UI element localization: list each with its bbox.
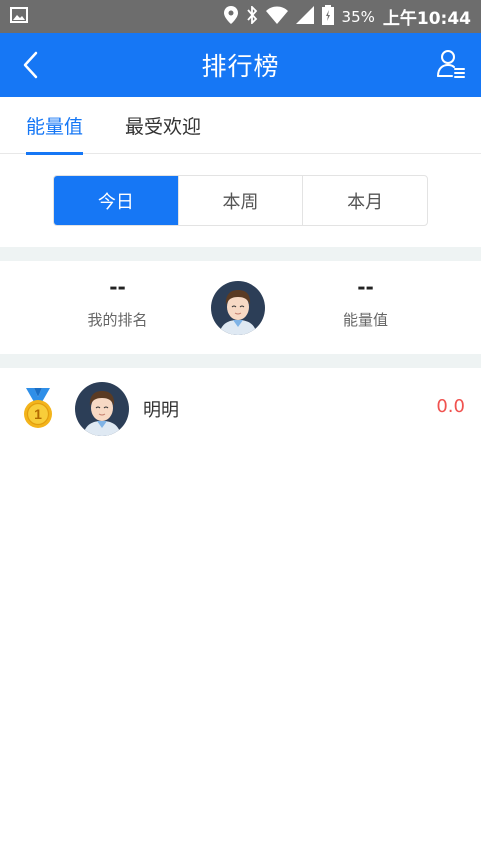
avatar-icon bbox=[75, 382, 129, 436]
location-icon bbox=[223, 5, 238, 28]
medal-rank-text: 1 bbox=[34, 406, 42, 422]
user-avatar bbox=[75, 382, 129, 436]
period-today[interactable]: 今日 bbox=[54, 176, 178, 225]
battery-icon bbox=[321, 4, 334, 29]
chevron-left-icon bbox=[23, 51, 38, 79]
status-bar: 35% 上午10:44 bbox=[0, 0, 481, 33]
user-score: 0.0 bbox=[436, 396, 465, 417]
period-this-month[interactable]: 本月 bbox=[302, 176, 427, 225]
wifi-icon bbox=[265, 6, 288, 28]
tab-energy[interactable]: 能量值 bbox=[26, 97, 84, 155]
tab-most-popular[interactable]: 最受欢迎 bbox=[125, 97, 201, 154]
page-title: 排行榜 bbox=[201, 52, 280, 81]
my-energy-label: 能量值 bbox=[342, 311, 388, 329]
section-divider bbox=[0, 354, 481, 368]
my-energy: -- 能量值 bbox=[308, 275, 423, 330]
period-selector-wrap: 今日 本周 本月 bbox=[0, 154, 481, 247]
leaderboard-row[interactable]: 1 明明 0.0 bbox=[0, 368, 481, 450]
my-avatar bbox=[211, 281, 265, 335]
my-rank: -- 我的排名 bbox=[60, 275, 175, 330]
avatar-icon bbox=[211, 281, 265, 335]
my-energy-value: -- bbox=[357, 275, 374, 299]
my-rank-value: -- bbox=[109, 275, 126, 299]
user-name: 明明 bbox=[143, 400, 179, 421]
signal-icon bbox=[295, 5, 314, 28]
gold-medal-icon: 1 bbox=[21, 388, 55, 430]
section-divider bbox=[0, 247, 481, 261]
period-this-week[interactable]: 本周 bbox=[177, 176, 303, 225]
my-profile-button[interactable] bbox=[437, 49, 469, 81]
clock: 上午10:44 bbox=[382, 9, 471, 29]
bluetooth-icon bbox=[246, 4, 258, 28]
ranking-tabs: 能量值 最受欢迎 bbox=[0, 97, 481, 155]
user-list-icon bbox=[437, 50, 465, 78]
my-rank-label: 我的排名 bbox=[87, 311, 148, 329]
app-header: 排行榜 bbox=[0, 33, 481, 97]
gallery-notification-icon bbox=[10, 6, 28, 27]
battery-percent: 35% bbox=[341, 7, 375, 26]
period-selector: 今日 本周 本月 bbox=[53, 175, 428, 226]
back-button[interactable] bbox=[14, 47, 46, 83]
my-rank-summary: -- 我的排名 -- 能量值 bbox=[0, 261, 481, 354]
